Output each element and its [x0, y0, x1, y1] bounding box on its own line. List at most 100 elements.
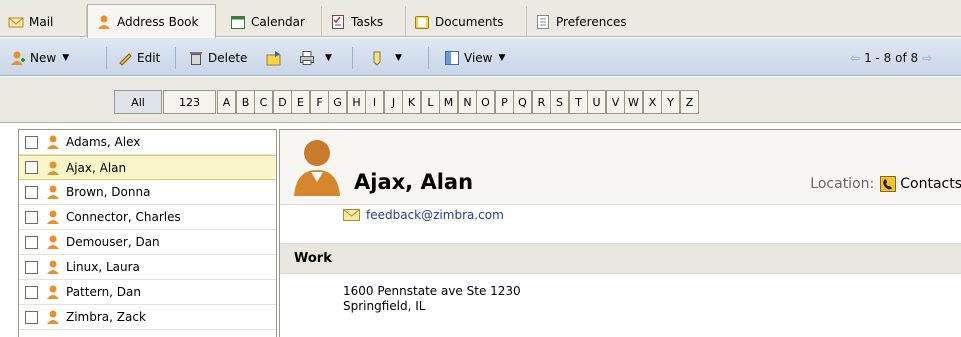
alpha-e[interactable]: E: [291, 90, 310, 114]
alpha-v[interactable]: V: [606, 90, 625, 114]
alpha-z[interactable]: Z: [680, 90, 699, 114]
move-to-folder-icon: [266, 50, 282, 66]
list-item[interactable]: Connector, Charles: [19, 205, 276, 230]
toolbar-divider: [175, 47, 176, 69]
calendar-icon: [230, 14, 246, 30]
tag-button[interactable]: ▼: [369, 48, 402, 68]
location: Location: Contacts: [810, 176, 961, 192]
list-item[interactable]: Zimbra, Zack: [19, 305, 276, 330]
checklist-icon: [330, 14, 346, 30]
alphabet-bar: All 123 ABCDEFGHIJKLMNOPQRSTUVWXYZ: [0, 77, 961, 123]
person-icon: [45, 234, 61, 250]
alpha-j[interactable]: J: [384, 90, 403, 114]
tab-calendar[interactable]: Calendar: [222, 6, 322, 37]
work-address: 1600 Pennstate ave Ste 1230 Springfield,…: [343, 284, 521, 314]
alpha-o[interactable]: O: [476, 90, 495, 114]
list-item[interactable]: Ajax, Alan: [19, 155, 276, 180]
alpha-f[interactable]: F: [310, 90, 329, 114]
print-button[interactable]: ▼: [299, 48, 332, 68]
alpha-h[interactable]: H: [347, 90, 366, 114]
edit-button[interactable]: Edit: [117, 48, 160, 68]
alpha-x[interactable]: X: [643, 90, 662, 114]
alpha-s[interactable]: S: [550, 90, 569, 114]
person-icon: [45, 284, 61, 300]
tab-tasks[interactable]: Tasks: [322, 6, 406, 37]
chevron-down-icon[interactable]: ▼: [395, 53, 402, 63]
pencil-icon: [117, 50, 133, 66]
row-checkbox[interactable]: [25, 235, 38, 249]
alpha-w[interactable]: W: [624, 90, 643, 114]
row-checkbox[interactable]: [25, 260, 38, 274]
preferences-icon: [535, 14, 551, 30]
contact-name-label: Demouser, Dan: [66, 235, 160, 249]
list-item[interactable]: Demouser, Dan: [19, 230, 276, 255]
alpha-r[interactable]: R: [532, 90, 551, 114]
alpha-n[interactable]: N: [458, 90, 477, 114]
alpha-q[interactable]: Q: [513, 90, 532, 114]
alpha-l[interactable]: L: [421, 90, 440, 114]
section-work-header: Work: [280, 243, 961, 274]
toolbar: New ▼ Edit Delete ▼ ▼ View ▼ ⇦ 1 - 8 of 8: [0, 38, 961, 76]
alpha-123[interactable]: 123: [163, 90, 216, 114]
alpha-d[interactable]: D: [273, 90, 292, 114]
tab-preferences[interactable]: Preferences: [527, 6, 657, 37]
address-line-2: Springfield, IL: [343, 299, 426, 313]
new-button[interactable]: New ▼: [10, 48, 69, 68]
alpha-p[interactable]: P: [495, 90, 514, 114]
pagination-label: 1 - 8 of 8: [864, 51, 919, 65]
location-value[interactable]: Contacts: [900, 176, 961, 192]
move-button[interactable]: [266, 48, 286, 68]
row-checkbox[interactable]: [25, 185, 38, 199]
contact-list: Adams, Alex Ajax, Alan Brown, Donna Connect…: [18, 129, 277, 337]
next-page-icon[interactable]: ⇨: [922, 51, 932, 65]
printer-icon: [299, 50, 315, 66]
list-item[interactable]: Pattern, Dan: [19, 280, 276, 305]
person-icon: [45, 309, 61, 325]
pagination: ⇦ 1 - 8 of 8 ⇨: [850, 48, 932, 68]
contact-name: Ajax, Alan: [354, 170, 474, 194]
alpha-g[interactable]: G: [328, 90, 347, 114]
alpha-i[interactable]: I: [365, 90, 384, 114]
alpha-a[interactable]: A: [217, 90, 236, 114]
list-item[interactable]: Linux, Laura: [19, 255, 276, 280]
email-link[interactable]: feedback@zimbra.com: [366, 208, 504, 222]
alpha-c[interactable]: C: [254, 90, 273, 114]
avatar: [292, 134, 342, 199]
alpha-t[interactable]: T: [569, 90, 588, 114]
toolbar-divider: [352, 47, 353, 69]
email-row: feedback@zimbra.com: [343, 208, 504, 222]
new-label: New: [30, 51, 57, 65]
list-item[interactable]: Adams, Alex: [19, 130, 276, 155]
chevron-down-icon[interactable]: ▼: [325, 53, 332, 63]
add-contact-icon: [10, 50, 26, 66]
address-line-1: 1600 Pennstate ave Ste 1230: [343, 284, 521, 298]
view-button[interactable]: View ▼: [444, 48, 505, 68]
list-item[interactable]: Brown, Donna: [19, 180, 276, 205]
row-checkbox[interactable]: [25, 210, 38, 224]
alpha-y[interactable]: Y: [661, 90, 680, 114]
alpha-k[interactable]: K: [402, 90, 421, 114]
person-icon: [45, 134, 61, 150]
previous-page-icon[interactable]: ⇦: [850, 51, 860, 65]
contact-name-label: Zimbra, Zack: [66, 310, 146, 324]
trash-icon: [188, 50, 204, 66]
row-checkbox[interactable]: [25, 135, 38, 149]
alpha-u[interactable]: U: [587, 90, 606, 114]
alpha-all[interactable]: All: [114, 90, 162, 114]
person-icon: [45, 160, 61, 176]
app-tabs: Mail Address Book Calendar Tasks Documen…: [0, 0, 961, 38]
delete-button[interactable]: Delete: [188, 48, 247, 68]
tab-address-book[interactable]: Address Book: [87, 4, 216, 38]
person-icon: [45, 184, 61, 200]
chevron-down-icon[interactable]: ▼: [498, 53, 505, 63]
alpha-b[interactable]: B: [236, 90, 255, 114]
chevron-down-icon[interactable]: ▼: [62, 53, 69, 63]
row-checkbox[interactable]: [25, 310, 38, 324]
row-checkbox[interactable]: [25, 285, 38, 299]
alpha-m[interactable]: M: [439, 90, 458, 114]
row-checkbox[interactable]: [25, 161, 38, 174]
contact-name-label: Adams, Alex: [66, 135, 141, 149]
tab-documents[interactable]: Documents: [406, 6, 527, 37]
contact-name-label: Pattern, Dan: [66, 285, 141, 299]
tab-mail[interactable]: Mail: [0, 6, 87, 37]
